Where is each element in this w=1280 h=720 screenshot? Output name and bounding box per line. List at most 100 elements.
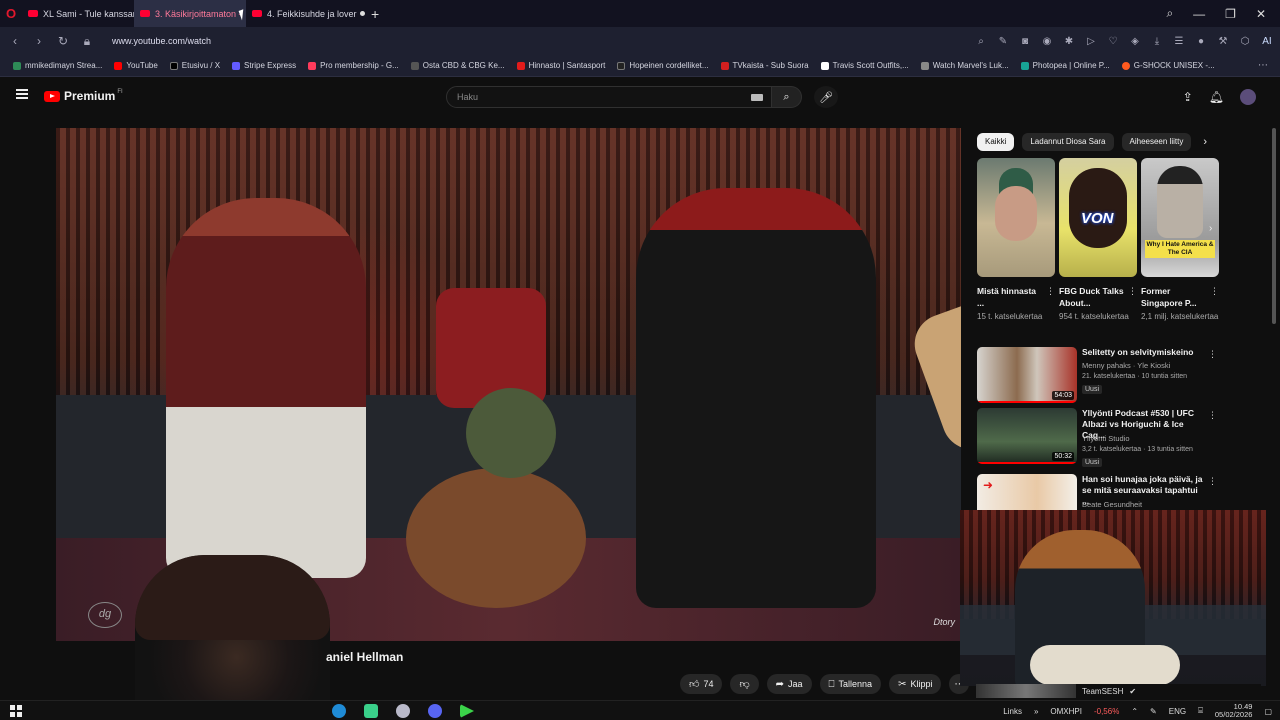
channel-watermark[interactable]: Dtory — [933, 617, 955, 627]
kebab-menu-icon[interactable]: ⋮ — [1210, 286, 1219, 297]
page-scrollbar[interactable] — [1272, 128, 1276, 324]
bookmark-item[interactable]: Stripe Express — [227, 61, 301, 70]
guide-menu-icon[interactable] — [16, 89, 28, 99]
bookmark-item[interactable]: TVkaista - Sub Suora — [716, 61, 814, 70]
discord-icon[interactable] — [428, 704, 442, 718]
language-indicator[interactable]: ENG — [1169, 707, 1186, 716]
clip-button[interactable]: ✂ Klippi — [889, 674, 942, 694]
find-icon[interactable]: ⌕ — [976, 36, 986, 47]
network-icon[interactable]: ⌸ — [1198, 706, 1203, 716]
upload-icon[interactable]: ⇪ — [1183, 90, 1193, 104]
new-tab-icon[interactable]: + — [371, 6, 379, 22]
chevron-right-icon[interactable]: › — [1203, 136, 1207, 148]
tray-up-icon[interactable]: ⌃ — [1131, 707, 1138, 716]
notification-icon[interactable]: ▢ — [1264, 707, 1272, 716]
streaming-app-icon[interactable] — [460, 704, 474, 718]
tab-label: 3. Käsikirjoittamaton - — [155, 8, 242, 19]
bookmarks-more-icon[interactable]: ⋯ — [1258, 60, 1280, 71]
links-toolbar[interactable]: Links — [1003, 707, 1022, 716]
video-actions: 👍︎74 👎︎ ➦Jaa ⎕Tallenna ✂Klippi ⋯ — [680, 674, 970, 694]
url-field[interactable]: www.youtube.com/watch — [112, 36, 211, 46]
keyboard-icon[interactable] — [751, 94, 763, 101]
chevron-right-icon[interactable]: › — [1209, 223, 1212, 234]
bookmark-item[interactable]: G-SHOCK UNISEX -... — [1117, 61, 1220, 70]
bookmark-favicon-icon — [720, 61, 729, 70]
search-tabs-icon[interactable]: ⌕ — [1166, 6, 1173, 21]
kebab-menu-icon[interactable]: ⋮ — [1208, 410, 1217, 421]
recommendation-item[interactable]: ➜ Han soi hunajaa joka päivä, ja se mitä… — [977, 474, 1217, 510]
chip-all[interactable]: Kaikki — [977, 133, 1015, 151]
tab-label: XL Sami - Tule kanssani k — [43, 8, 134, 19]
play-icon[interactable]: ▷ — [1086, 36, 1096, 47]
opera-logo-icon[interactable]: O — [0, 0, 22, 27]
forward-icon[interactable]: › — [32, 34, 46, 48]
recommendation-item[interactable]: 54:03 Selitetty on selvitymiskeino Menny… — [977, 347, 1217, 405]
adblock-icon[interactable]: ✱ — [1064, 36, 1074, 47]
settings-icon[interactable] — [396, 704, 410, 718]
short-thumbnail: Why I Hate America & The CIA — [1141, 158, 1219, 277]
recommendation-item[interactable]: 50:32 Yllyönti Podcast #530 | UFC Albazi… — [977, 408, 1217, 467]
search-button[interactable]: ⌕ — [772, 86, 802, 108]
tab-1[interactable]: XL Sami - Tule kanssani k — [22, 0, 134, 27]
short-item[interactable]: VON FBG Duck Talks About... 954 t. katse… — [1059, 158, 1137, 322]
dislike-button[interactable]: 👎︎ — [730, 674, 759, 694]
menu-icon[interactable]: ☰ — [1174, 36, 1184, 47]
shield-icon[interactable]: ◈ — [1130, 36, 1140, 47]
search-input[interactable]: Haku — [446, 86, 772, 108]
vpn-icon[interactable]: ◉ — [1042, 36, 1052, 47]
bookmark-item[interactable]: YouTube — [109, 61, 162, 70]
ai-button[interactable]: AI — [1262, 36, 1272, 47]
short-item[interactable]: Mistä hinnasta ... 15 t. katselukertaa ⋮ — [977, 158, 1055, 322]
chip-related[interactable]: Aiheeseen liitty — [1121, 133, 1192, 151]
chevron-icon[interactable]: » — [1034, 707, 1038, 716]
bookmark-item[interactable]: Travis Scott Outfits,... — [816, 61, 914, 70]
lock-icon[interactable]: 🔒︎ — [80, 34, 94, 49]
edge-icon[interactable] — [332, 704, 346, 718]
bookmark-item[interactable]: Osta CBD & CBG Ke... — [406, 61, 510, 70]
like-button[interactable]: 👍︎ 74 — [680, 674, 723, 694]
camera-icon[interactable]: ◙ — [1020, 36, 1030, 47]
heart-icon[interactable]: ♡ — [1108, 36, 1118, 47]
youtube-premium-logo[interactable]: Premium FI — [44, 89, 123, 103]
bookmark-label: YouTube — [126, 61, 158, 70]
reload-icon[interactable]: ↻ — [56, 34, 70, 48]
save-button[interactable]: ⎕ Tallenna — [819, 674, 882, 694]
extension-icon[interactable]: ⚒ — [1218, 36, 1228, 47]
bookmark-item[interactable]: Photopea | Online P... — [1016, 61, 1115, 70]
voice-search-icon[interactable]: 🎤︎ — [814, 86, 838, 108]
app-green-icon[interactable] — [364, 704, 378, 718]
kebab-menu-icon[interactable]: ⋮ — [1208, 349, 1217, 360]
kebab-menu-icon[interactable]: ⋮ — [1046, 286, 1055, 297]
back-icon[interactable]: ‹ — [8, 34, 22, 48]
maximize-icon[interactable]: ❐ — [1225, 7, 1236, 21]
bookmark-item[interactable]: Hinnasto | Santasport — [512, 61, 611, 70]
edit-icon[interactable]: ✎ — [998, 36, 1008, 47]
bookmark-favicon-icon — [114, 61, 123, 70]
kebab-menu-icon[interactable]: ⋮ — [1208, 476, 1217, 487]
clock[interactable]: 10.49 05/02/2026 — [1215, 703, 1253, 719]
minimize-icon[interactable]: — — [1193, 7, 1205, 21]
bookmark-item[interactable]: Etusivu / X — [165, 61, 225, 70]
bookmark-item[interactable]: Hopeinen cordelliket... — [612, 61, 713, 70]
chip-uploader[interactable]: Ladannut Diosa Sara — [1022, 133, 1114, 151]
short-item[interactable]: Why I Hate America & The CIA Former Sing… — [1141, 158, 1219, 322]
kebab-menu-icon[interactable]: ⋮ — [1128, 286, 1137, 297]
bookmark-item[interactable]: Pro membership - G... — [303, 61, 404, 70]
bookmark-item[interactable]: mmikedimayn Strea... — [8, 61, 107, 70]
download-icon[interactable]: ⤓ — [1152, 36, 1162, 47]
mini-thumbnail — [976, 684, 1076, 698]
tab-3[interactable]: 4. Feikkisuhde ja lover girl — [246, 0, 358, 27]
bookmark-favicon-icon — [1020, 61, 1029, 70]
notifications-bell-icon[interactable]: 🔔︎ — [1209, 90, 1224, 104]
tab-2[interactable]: 3. Käsikirjoittamaton -✕ — [134, 0, 246, 27]
share-button[interactable]: ➦ Jaa — [766, 674, 812, 694]
windows-start-icon[interactable] — [10, 704, 22, 717]
profile-icon[interactable]: ● — [1196, 36, 1206, 47]
cube-icon[interactable]: ⬡ — [1240, 36, 1250, 47]
bookmark-item[interactable]: Watch Marvel's Luk... — [916, 61, 1014, 70]
stock-ticker[interactable]: OMXHPI — [1050, 707, 1082, 716]
close-window-icon[interactable]: ✕ — [1256, 7, 1266, 21]
short-meta: 15 t. katselukertaa — [977, 312, 1043, 321]
avatar[interactable] — [1240, 89, 1256, 105]
pen-icon[interactable]: ✎ — [1150, 707, 1157, 716]
